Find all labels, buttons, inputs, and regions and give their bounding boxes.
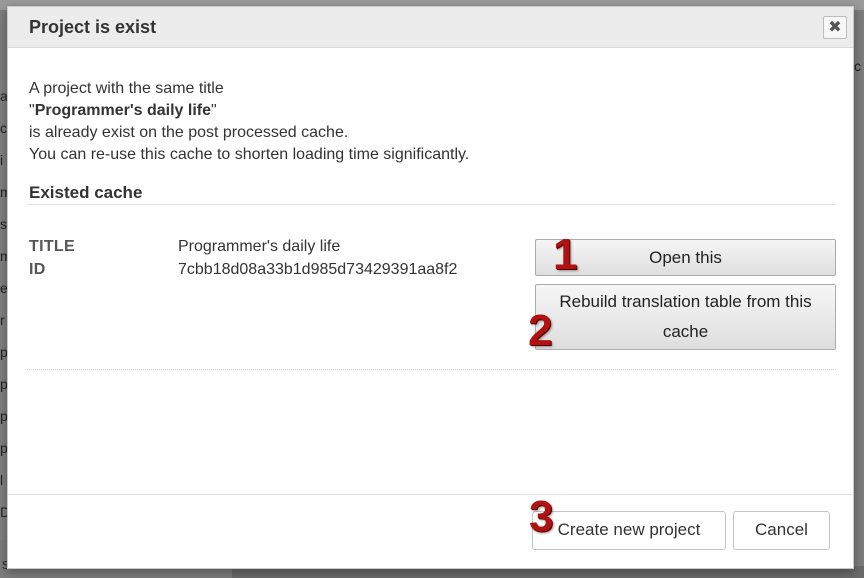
- dotted-divider: [27, 369, 836, 370]
- annotation-step-2: 2: [528, 306, 553, 355]
- message-project-title-line: "Programmer's daily life": [29, 100, 789, 122]
- cache-title-key: TITLE: [29, 238, 75, 255]
- open-this-button[interactable]: Open this: [535, 239, 836, 276]
- section-heading-existed-cache: Existed cache: [29, 183, 143, 202]
- rebuild-translation-table-button[interactable]: Rebuild translation table from this cach…: [535, 284, 836, 350]
- annotation-step-1: 1: [553, 230, 578, 279]
- close-button[interactable]: ✖: [823, 16, 847, 39]
- section-divider: [27, 204, 836, 205]
- background-right-fragment: c: [854, 58, 861, 74]
- message-line-4: You can re-use this cache to shorten loa…: [29, 146, 470, 163]
- message-line-3: is already exist on the post processed c…: [29, 124, 349, 141]
- cache-id-value: 7cbb18d08a33b1d985d73429391aa8f2: [178, 261, 458, 278]
- quote-close: ": [211, 102, 217, 119]
- message-project-title: Programmer's daily life: [34, 102, 212, 119]
- cancel-button[interactable]: Cancel: [733, 511, 830, 550]
- dialog-message: A project with the same title "Programme…: [29, 78, 789, 166]
- project-exists-dialog: Project is exist ✖ A project with the sa…: [7, 6, 854, 569]
- create-new-project-button[interactable]: Create new project: [532, 511, 726, 550]
- annotation-step-3: 3: [529, 492, 554, 541]
- cache-title-value: Programmer's daily life: [178, 238, 341, 255]
- message-line-1: A project with the same title: [29, 80, 224, 97]
- dialog-header: Project is exist ✖: [8, 7, 853, 48]
- dialog-title: Project is exist: [29, 17, 157, 37]
- close-icon: ✖: [828, 18, 842, 36]
- cache-id-key: ID: [29, 261, 46, 278]
- footer-divider: [8, 494, 853, 495]
